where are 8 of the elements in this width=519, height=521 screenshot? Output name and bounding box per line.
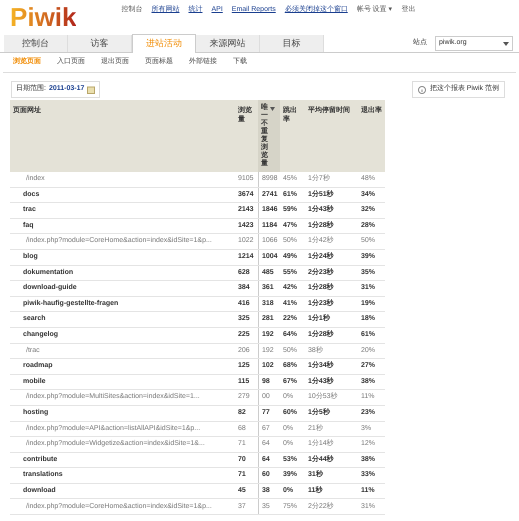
tab[interactable]: 来源网站 — [196, 35, 260, 52]
info-icon — [418, 86, 426, 94]
caret-icon — [503, 42, 509, 46]
tab[interactable]: 目标 — [260, 35, 324, 52]
tab[interactable]: 访客 — [68, 35, 132, 52]
calendar-icon[interactable] — [87, 86, 96, 94]
tab[interactable]: 控制台 — [4, 35, 68, 52]
sort-icon — [270, 107, 275, 111]
